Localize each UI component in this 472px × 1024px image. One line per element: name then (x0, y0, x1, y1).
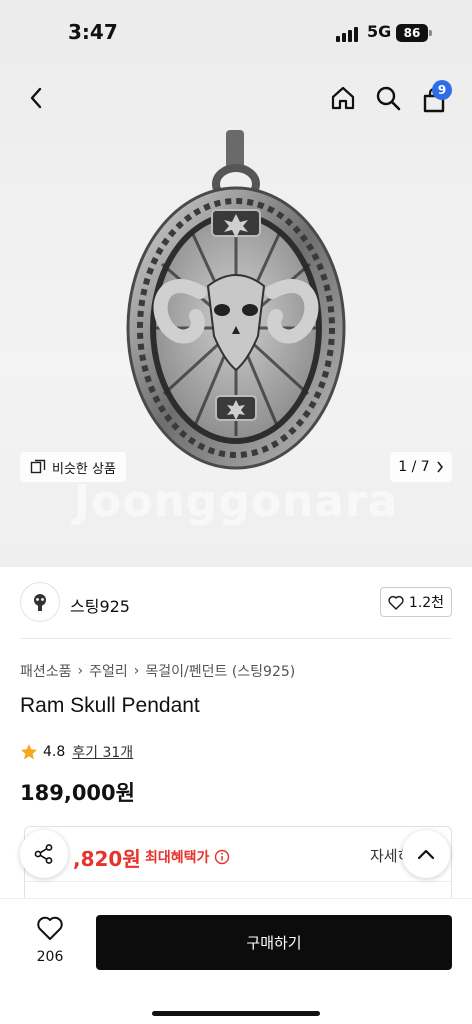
product-price: 189,000원 (20, 781, 135, 805)
divider (20, 638, 452, 639)
share-icon (34, 844, 53, 864)
shop-name[interactable]: 스팅925 (70, 593, 130, 617)
review-count-link[interactable]: 후기 31개 (72, 742, 133, 762)
shop-like-count: 1.2천 (408, 595, 445, 611)
shop-avatar[interactable] (20, 582, 60, 622)
battery-cap (429, 30, 432, 36)
similar-products-label: 비슷한 상품 (52, 461, 116, 477)
breadcrumb-item-necklace[interactable]: 목걸이/펜던트 (스팅925) (145, 661, 295, 681)
cart-count-badge: 9 (432, 80, 452, 100)
breadcrumb: 패션소품 › 주얼리 › 목걸이/펜던트 (스팅925) (20, 661, 295, 681)
chevron-right-icon: › (133, 663, 140, 679)
product-title: Ram Skull Pendant (20, 694, 200, 717)
heart-icon (388, 595, 404, 610)
shop-logo-icon (34, 594, 46, 611)
heart-icon (37, 916, 63, 940)
info-icon[interactable] (214, 849, 230, 865)
network-type: 5G (367, 22, 392, 41)
back-button[interactable] (20, 82, 52, 114)
similar-products-button[interactable]: 비슷한 상품 (20, 452, 126, 482)
share-button[interactable] (20, 830, 68, 878)
bottom-action-bar: 206 구매하기 (0, 898, 472, 1024)
product-image-gallery[interactable]: Joonggonara (0, 64, 472, 567)
wishlist-count: 206 (36, 949, 64, 965)
chevron-left-icon (30, 87, 42, 109)
rating-row: 4.8 후기 31개 (20, 742, 133, 762)
shop-like-button[interactable]: 1.2천 (380, 587, 452, 617)
similar-items-icon (30, 459, 46, 474)
image-pager[interactable]: 1 / 7 (390, 452, 452, 482)
status-bar: 3:47 5G 86 (0, 0, 472, 64)
shop-row[interactable]: 스팅925 1.2천 (20, 582, 452, 624)
benefit-price: ,820원 (73, 847, 141, 871)
cellular-signal-icon (336, 26, 360, 42)
search-icon (376, 86, 401, 111)
home-icon (331, 86, 355, 110)
divider (25, 881, 451, 882)
chevron-up-icon (417, 849, 435, 860)
battery-icon: 86 (396, 24, 428, 42)
chevron-right-icon (437, 461, 443, 473)
home-button[interactable] (327, 82, 359, 114)
search-button[interactable] (372, 82, 404, 114)
buy-button[interactable]: 구매하기 (96, 915, 452, 970)
benefit-detail-link[interactable]: 자세히 (370, 845, 406, 866)
chevron-right-icon: › (77, 663, 84, 679)
watermark: Joonggonara (73, 476, 399, 527)
scroll-top-button[interactable] (402, 830, 450, 878)
wishlist-button[interactable]: 206 (22, 915, 78, 965)
rating-value: 4.8 (43, 744, 66, 760)
breadcrumb-item-fashion[interactable]: 패션소품 (20, 661, 72, 681)
home-indicator (152, 1011, 320, 1016)
image-pager-text: 1 / 7 (398, 459, 430, 475)
benefit-label-text: 최대혜택가 (145, 850, 210, 866)
star-icon (21, 744, 37, 760)
status-time: 3:47 (68, 20, 118, 44)
benefit-label: 최대혜택가 (145, 847, 230, 867)
breadcrumb-item-jewelry[interactable]: 주얼리 (89, 661, 128, 681)
